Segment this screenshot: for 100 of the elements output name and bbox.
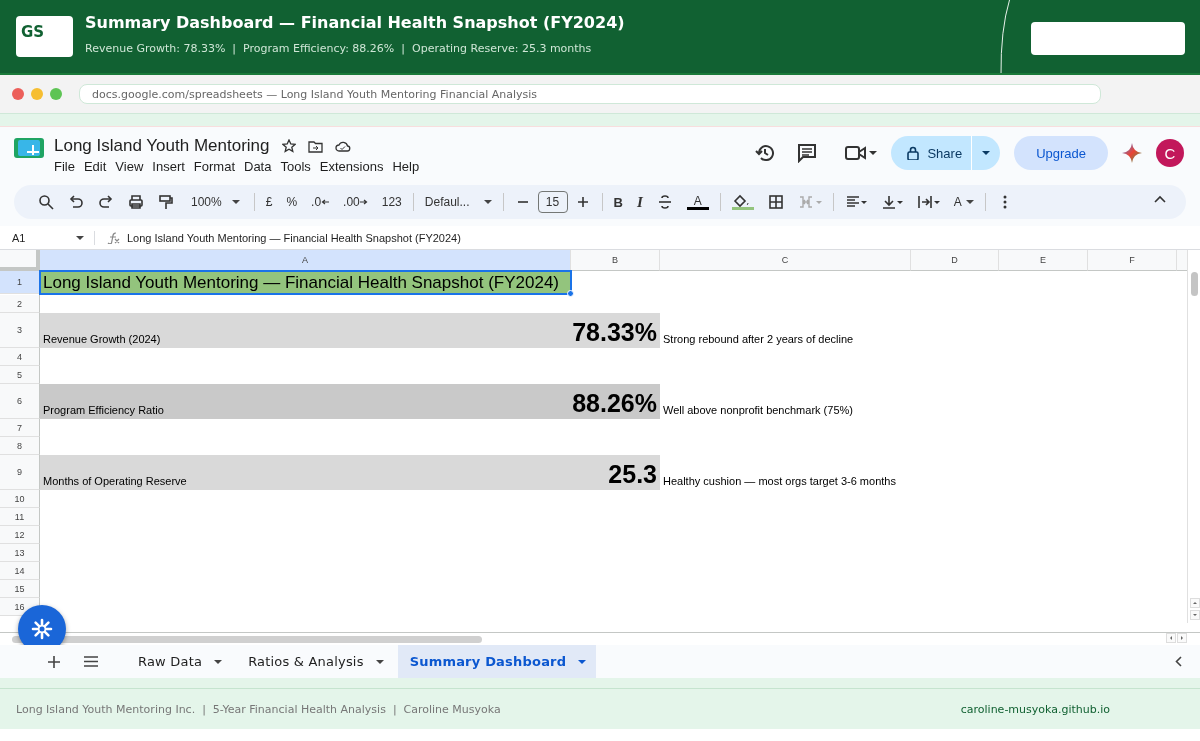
sheet-tab[interactable]: Summary Dashboard [397,645,597,678]
up-arrow-icon[interactable] [1191,599,1199,607]
row-number[interactable]: 9 [0,455,40,490]
value-cell: 88.26% [571,384,660,419]
caret-icon [231,200,240,204]
history-icon[interactable] [755,143,776,163]
borders-icon[interactable] [767,194,784,210]
italic-button[interactable]: I [629,189,650,215]
menu-item[interactable]: Help [388,159,425,174]
value-cell: 78.33% [571,313,660,348]
menu-item[interactable]: Format [189,159,240,174]
sparkle-icon[interactable] [1122,143,1142,163]
search-icon[interactable] [38,194,54,210]
column-header[interactable]: C [660,250,911,271]
percent-button[interactable]: % [279,189,305,215]
menu-icon[interactable] [84,656,98,667]
strikethrough-icon[interactable] [656,194,673,210]
collapse-icon[interactable] [1154,195,1166,203]
row-number[interactable]: 2 [0,295,40,313]
row-number[interactable]: 4 [0,348,40,366]
row-number[interactable]: 6 [0,384,40,419]
value-cell: 25.3 [571,455,660,490]
menu-item[interactable]: Insert [148,159,190,174]
video-icon[interactable] [845,145,878,161]
redo-icon[interactable] [98,194,114,210]
label-cell: Months of Operating Reserve [40,455,571,490]
caret-icon [76,235,84,240]
right-arrow-icon[interactable] [1178,634,1186,642]
column-header[interactable]: B [571,250,660,271]
paint-format-icon[interactable] [158,194,174,210]
row-number[interactable]: 3 [0,313,40,348]
logo-badge: GS [16,16,73,57]
menu-item[interactable]: View [111,159,149,174]
footer-text: Long Island Youth Mentoring Inc. | 5-Year Financial Health Analysis | Caroline Musyoka [16,703,501,716]
increase-decimal-button[interactable]: .00 [336,189,375,215]
down-arrow-icon[interactable] [1191,611,1199,619]
decrease-decimal-button[interactable]: .0 [304,189,337,215]
formula-field[interactable]: Long Island Youth Mentoring — Financial Health Snapshot (FY2024) [127,231,461,244]
summary-text: Revenue Growth: 78.33% | Program Efficiency: 88.26% | Operating Reserve: 25.3 months [85,42,593,55]
row-number[interactable]: 12 [0,526,40,544]
align-left-icon[interactable] [844,194,867,210]
share-label: Share [927,145,963,161]
menu-item[interactable]: Extensions [315,159,389,174]
row-number[interactable]: 11 [0,508,40,526]
menu-item[interactable]: File [50,159,80,174]
menu-item[interactable]: Tools [276,159,316,174]
fill-color-icon[interactable] [731,194,754,210]
close-dot[interactable] [12,88,24,100]
number-format-button[interactable]: 123 [374,189,409,215]
undo-icon[interactable] [68,194,84,210]
asterisk-icon [31,618,53,640]
page-title: Summary Dashboard — Financial Health Snapshot (FY2024) [85,13,625,32]
add-sheet-icon[interactable] [48,655,60,668]
font-dropdown[interactable]: Defaul... [417,189,499,215]
footer-link[interactable]: caroline-musyoka.github.io [960,703,1110,716]
label-cell: Revenue Growth (2024) [40,313,571,348]
document-title[interactable]: Long Island Youth Mentoring [54,136,270,156]
menu-item[interactable]: Edit [79,159,112,174]
caret-icon [483,200,492,204]
cloud-icon[interactable] [334,140,351,152]
sheet-tab[interactable]: Raw Data [126,645,233,678]
star-icon[interactable] [281,139,296,153]
collapse-panel-icon[interactable] [1175,656,1182,667]
fill-handle[interactable] [567,290,574,297]
column-header[interactable]: F [1088,250,1177,271]
row-number[interactable]: 5 [0,366,40,384]
name-box[interactable]: A1 [0,230,95,245]
zoom-dot[interactable] [50,88,62,100]
row-number[interactable]: 14 [0,562,40,580]
column-header[interactable]: D [911,250,999,271]
row-number[interactable]: 7 [0,419,40,437]
row-number[interactable]: 10 [0,490,40,508]
column-header[interactable]: A [40,250,571,271]
menu-item[interactable]: Data [240,159,277,174]
printer-icon[interactable] [128,194,144,210]
avatar[interactable]: C [1156,139,1184,167]
row-number[interactable]: 15 [0,580,40,598]
merge-cells-icon[interactable] [797,194,822,210]
caret-icon [375,659,384,664]
caret-icon [965,200,974,204]
comment-icon[interactable] [797,143,818,163]
vertical-align-icon[interactable] [880,194,903,210]
zoom-dropdown[interactable]: 100% [181,189,250,215]
text-wrap-icon[interactable] [916,194,940,210]
minimize-dot[interactable] [31,88,43,100]
column-header[interactable]: E [999,250,1088,271]
row-number[interactable]: 13 [0,544,40,562]
lock-icon [907,146,920,160]
bold-button[interactable]: B [606,189,630,215]
upgrade-button[interactable]: Upgrade [1014,136,1108,170]
font-size-field[interactable]: 15 [537,191,568,213]
sheets-logo-icon[interactable] [14,136,44,158]
address-bar[interactable]: docs.google.com/spreadsheets — Long Island Youth Mentoring Financial Analysis [79,84,1101,104]
text-color-button[interactable]: A [679,189,716,215]
folder-icon[interactable] [307,139,323,153]
sheet-tab[interactable]: Ratios & Analysis [236,645,394,678]
row-number[interactable]: 1 [0,271,40,294]
row-number[interactable]: 8 [0,437,40,455]
currency-button[interactable]: £ [258,189,280,215]
text-rotation-button[interactable]: A [946,189,981,215]
